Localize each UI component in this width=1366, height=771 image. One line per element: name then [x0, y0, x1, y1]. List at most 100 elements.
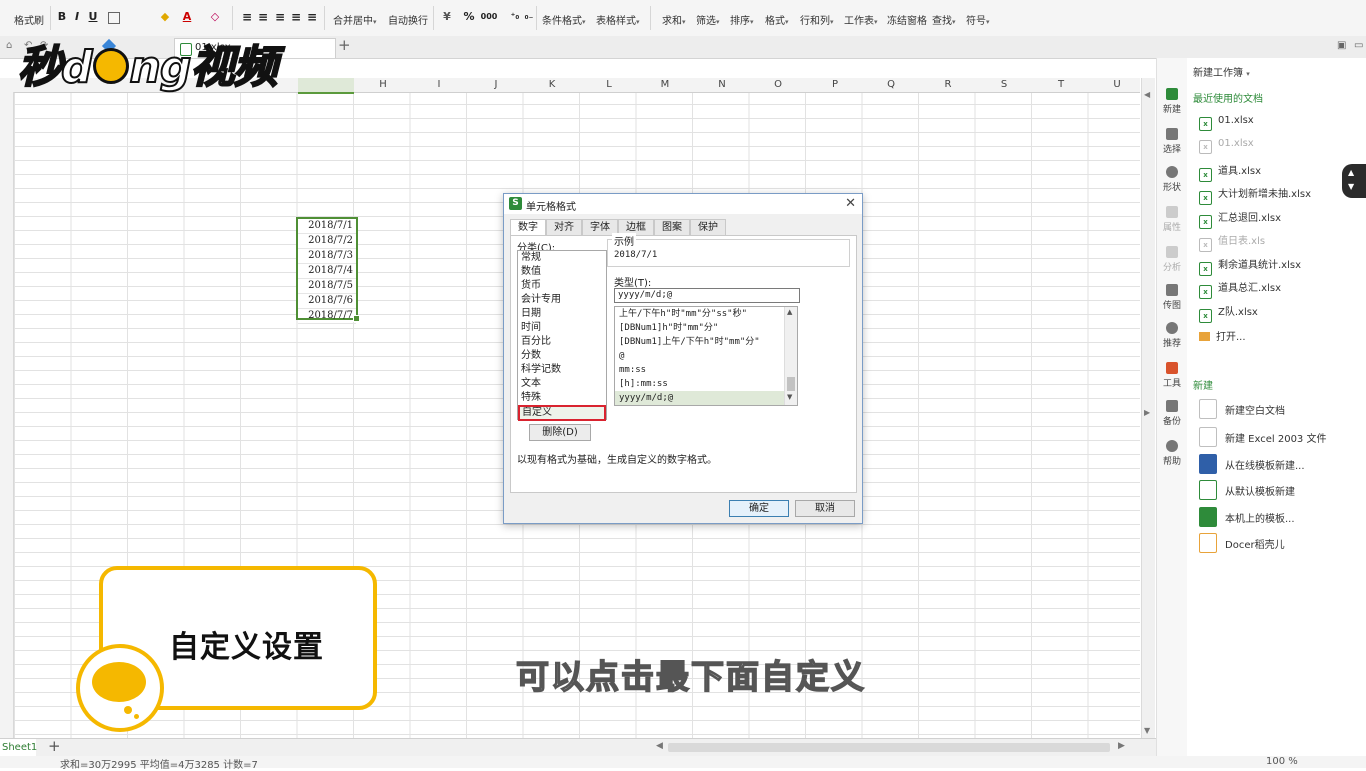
- tab-alignment[interactable]: 对齐: [546, 219, 582, 235]
- column-header[interactable]: O: [768, 79, 788, 90]
- recent-file-item[interactable]: x 剩余道具统计.xlsx: [1199, 256, 1301, 276]
- shape-pane-tab[interactable]: 形状: [1157, 166, 1187, 193]
- pane-title[interactable]: 新建工作簿 ▾: [1193, 64, 1250, 79]
- type-item[interactable]: @: [615, 349, 797, 363]
- delete-button[interactable]: 删除(D): [529, 424, 591, 441]
- category-item[interactable]: 科学记数: [518, 363, 606, 377]
- type-item[interactable]: mm:ss: [615, 363, 797, 377]
- increase-decimal-icon[interactable]: ⁺₀: [508, 10, 522, 24]
- category-item-custom[interactable]: 自定义: [518, 405, 606, 421]
- fill-handle[interactable]: [353, 315, 360, 322]
- sort-button[interactable]: 排序▾: [730, 12, 754, 27]
- category-item[interactable]: 日期: [518, 307, 606, 321]
- bold-button[interactable]: B: [55, 10, 69, 24]
- format-painter-button[interactable]: 格式刷: [14, 12, 44, 27]
- new-blank-doc[interactable]: 新建空白文档: [1199, 399, 1285, 419]
- conditional-format-button[interactable]: 条件格式▾: [542, 12, 586, 27]
- worksheet-button[interactable]: 工作表▾: [844, 12, 878, 27]
- docer-link[interactable]: Docer稻壳儿: [1199, 533, 1285, 553]
- category-item[interactable]: 文本: [518, 377, 606, 391]
- column-header[interactable]: R: [938, 79, 958, 90]
- wrap-text-button[interactable]: 自动换行: [388, 12, 428, 27]
- expand-pane-icon[interactable]: ▶: [1144, 408, 1150, 417]
- recent-file-item[interactable]: x 道具总汇.xlsx: [1199, 279, 1281, 299]
- align-right-icon[interactable]: ≡: [273, 10, 287, 24]
- tab-protection[interactable]: 保护: [690, 219, 726, 235]
- category-item[interactable]: 特殊: [518, 391, 606, 405]
- help-pane-tab[interactable]: 帮助: [1157, 440, 1187, 467]
- thousands-button[interactable]: 000: [480, 10, 498, 24]
- recent-file-item[interactable]: x 值日表.xls: [1199, 232, 1265, 252]
- collapse-pane-icon[interactable]: ◀: [1144, 90, 1150, 99]
- underline-button[interactable]: U: [86, 10, 100, 24]
- table-style-button[interactable]: 表格样式▾: [596, 12, 640, 27]
- type-list-scrollbar[interactable]: ▲ ▼: [784, 307, 797, 405]
- add-sheet-button[interactable]: +: [48, 737, 61, 755]
- scroll-left-icon[interactable]: ◀: [656, 741, 663, 751]
- type-item[interactable]: [DBNum1]h"时"mm"分": [615, 321, 797, 335]
- find-button[interactable]: 查找▾: [932, 12, 956, 27]
- window-icon[interactable]: ▣: [1337, 40, 1346, 51]
- column-header[interactable]: S: [994, 79, 1014, 90]
- distribute-icon[interactable]: ≡: [305, 10, 319, 24]
- new-excel-2003-file[interactable]: 新建 Excel 2003 文件: [1199, 427, 1326, 447]
- type-item[interactable]: [DBNum1]上午/下午h"时"mm"分": [615, 335, 797, 349]
- category-item[interactable]: 常规: [518, 251, 606, 265]
- tab-pattern[interactable]: 图案: [654, 219, 690, 235]
- ok-button[interactable]: 确定: [729, 500, 789, 517]
- scroll-right-icon[interactable]: ▶: [1118, 741, 1125, 751]
- scroll-thumb[interactable]: [787, 377, 795, 391]
- merge-center-button[interactable]: 合并居中▾: [333, 12, 377, 27]
- recent-file-item[interactable]: x 汇总退回.xlsx: [1199, 209, 1281, 229]
- category-item[interactable]: 时间: [518, 321, 606, 335]
- row-col-button[interactable]: 行和列▾: [800, 12, 834, 27]
- minimize-icon[interactable]: ▭: [1354, 40, 1363, 51]
- date-cell[interactable]: 2018/7/5: [298, 279, 356, 294]
- recommend-pane-tab[interactable]: 推荐: [1157, 322, 1187, 349]
- justify-icon[interactable]: ≡: [289, 10, 303, 24]
- category-item[interactable]: 数值: [518, 265, 606, 279]
- column-header[interactable]: I: [429, 79, 449, 90]
- tools-pane-tab[interactable]: 工具: [1157, 362, 1187, 389]
- backup-pane-tab[interactable]: 备份: [1157, 400, 1187, 427]
- fill-color-icon[interactable]: ◆: [158, 10, 172, 24]
- column-header[interactable]: M: [655, 79, 675, 90]
- italic-button[interactable]: I: [70, 10, 84, 24]
- column-header[interactable]: N: [712, 79, 732, 90]
- local-templates[interactable]: 本机上的模板...: [1199, 507, 1295, 527]
- new-from-online-template[interactable]: 从在线模板新建...: [1199, 454, 1305, 474]
- recent-file-item[interactable]: x 01.xlsx: [1199, 138, 1254, 154]
- category-item[interactable]: 会计专用: [518, 293, 606, 307]
- selected-date-range[interactable]: 2018/7/1 2018/7/2 2018/7/3 2018/7/4 2018…: [296, 217, 360, 324]
- scroll-up-icon[interactable]: ▲: [787, 308, 792, 316]
- freeze-panes-button[interactable]: 冻结窗格: [887, 12, 927, 27]
- type-item[interactable]: [h]:mm:ss: [615, 377, 797, 391]
- align-left-icon[interactable]: ≡: [240, 10, 254, 24]
- category-item[interactable]: 百分比: [518, 335, 606, 349]
- format-button[interactable]: 格式▾: [765, 12, 789, 27]
- properties-pane-tab[interactable]: 属性: [1157, 206, 1187, 233]
- date-cell[interactable]: 2018/7/7: [298, 309, 356, 324]
- horizontal-scrollbar[interactable]: [668, 743, 1110, 752]
- home-icon[interactable]: ⌂: [6, 40, 12, 51]
- recent-file-item[interactable]: x Z队.xlsx: [1199, 303, 1258, 323]
- date-cell[interactable]: 2018/7/6: [298, 294, 356, 309]
- percent-button[interactable]: %: [462, 10, 476, 24]
- new-pane-tab[interactable]: 新建: [1157, 88, 1187, 115]
- date-cell[interactable]: 2018/7/4: [298, 264, 356, 279]
- recent-file-item[interactable]: x 01.xlsx: [1199, 115, 1254, 131]
- align-center-icon[interactable]: ≡: [256, 10, 270, 24]
- dialog-titlebar[interactable]: S 单元格格式 ✕: [504, 194, 862, 214]
- new-tab-button[interactable]: +: [338, 36, 351, 54]
- tab-number[interactable]: 数字: [510, 219, 546, 236]
- sum-button[interactable]: 求和▾: [662, 12, 686, 27]
- recent-file-item[interactable]: x 大计划新增未抽.xlsx: [1199, 185, 1311, 205]
- currency-icon[interactable]: ¥: [440, 10, 454, 24]
- scroll-down-icon[interactable]: ▼: [787, 393, 792, 401]
- category-list[interactable]: 常规 数值 货币 会计专用 日期 时间 百分比 分数 科学记数 文本 特殊 自定…: [517, 250, 607, 421]
- recent-file-item[interactable]: x 道具.xlsx: [1199, 162, 1261, 182]
- type-item-selected[interactable]: yyyy/m/d;@: [615, 391, 797, 405]
- filter-button[interactable]: 筛选▾: [696, 12, 720, 27]
- network-speed-widget[interactable]: ▲ ▼: [1342, 164, 1366, 198]
- column-header[interactable]: U: [1107, 79, 1127, 90]
